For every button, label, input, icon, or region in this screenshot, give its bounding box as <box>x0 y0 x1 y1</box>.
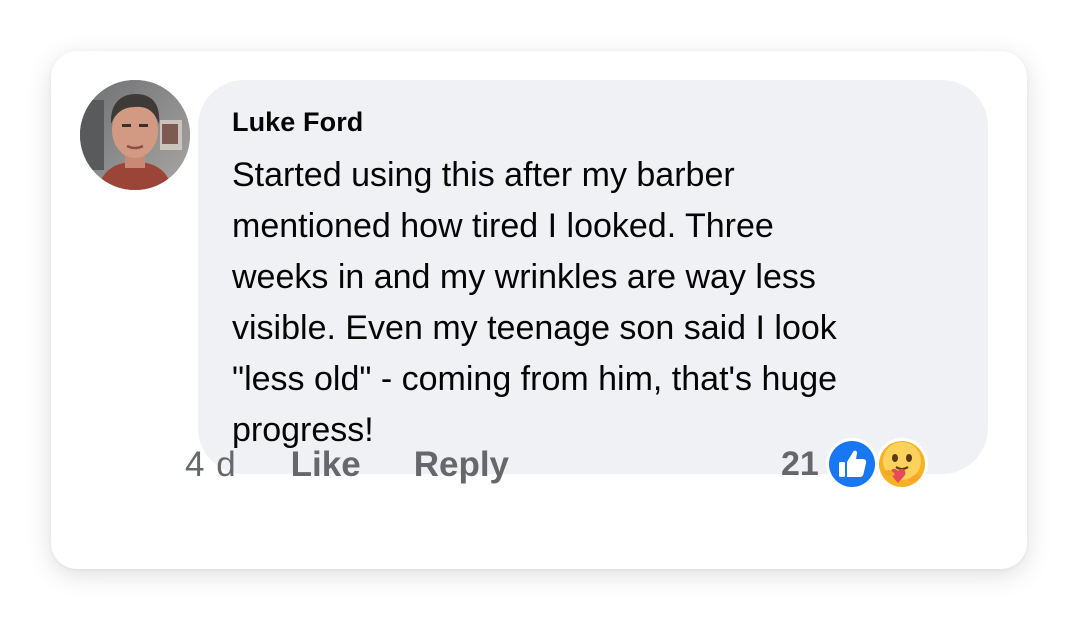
comment-actions: 4 d Like Reply <box>185 445 509 485</box>
avatar[interactable] <box>80 80 190 190</box>
care-reaction-icon <box>875 438 928 490</box>
comment-author[interactable]: Luke Ford <box>232 104 956 140</box>
like-button[interactable]: Like <box>291 445 361 485</box>
comment-text: Started using this after my barber menti… <box>232 156 838 449</box>
reply-button[interactable]: Reply <box>414 445 509 485</box>
like-reaction-icon <box>825 438 878 490</box>
reaction-count: 21 <box>781 444 819 483</box>
comment-bubble: Luke Ford Started using this after my ba… <box>198 80 988 474</box>
reaction-icons <box>825 437 931 491</box>
profile-photo <box>80 80 190 190</box>
comment-timestamp[interactable]: 4 d <box>185 445 237 485</box>
reaction-summary[interactable]: 21 <box>781 437 931 491</box>
comment-card: Luke Ford Started using this after my ba… <box>51 51 1027 569</box>
